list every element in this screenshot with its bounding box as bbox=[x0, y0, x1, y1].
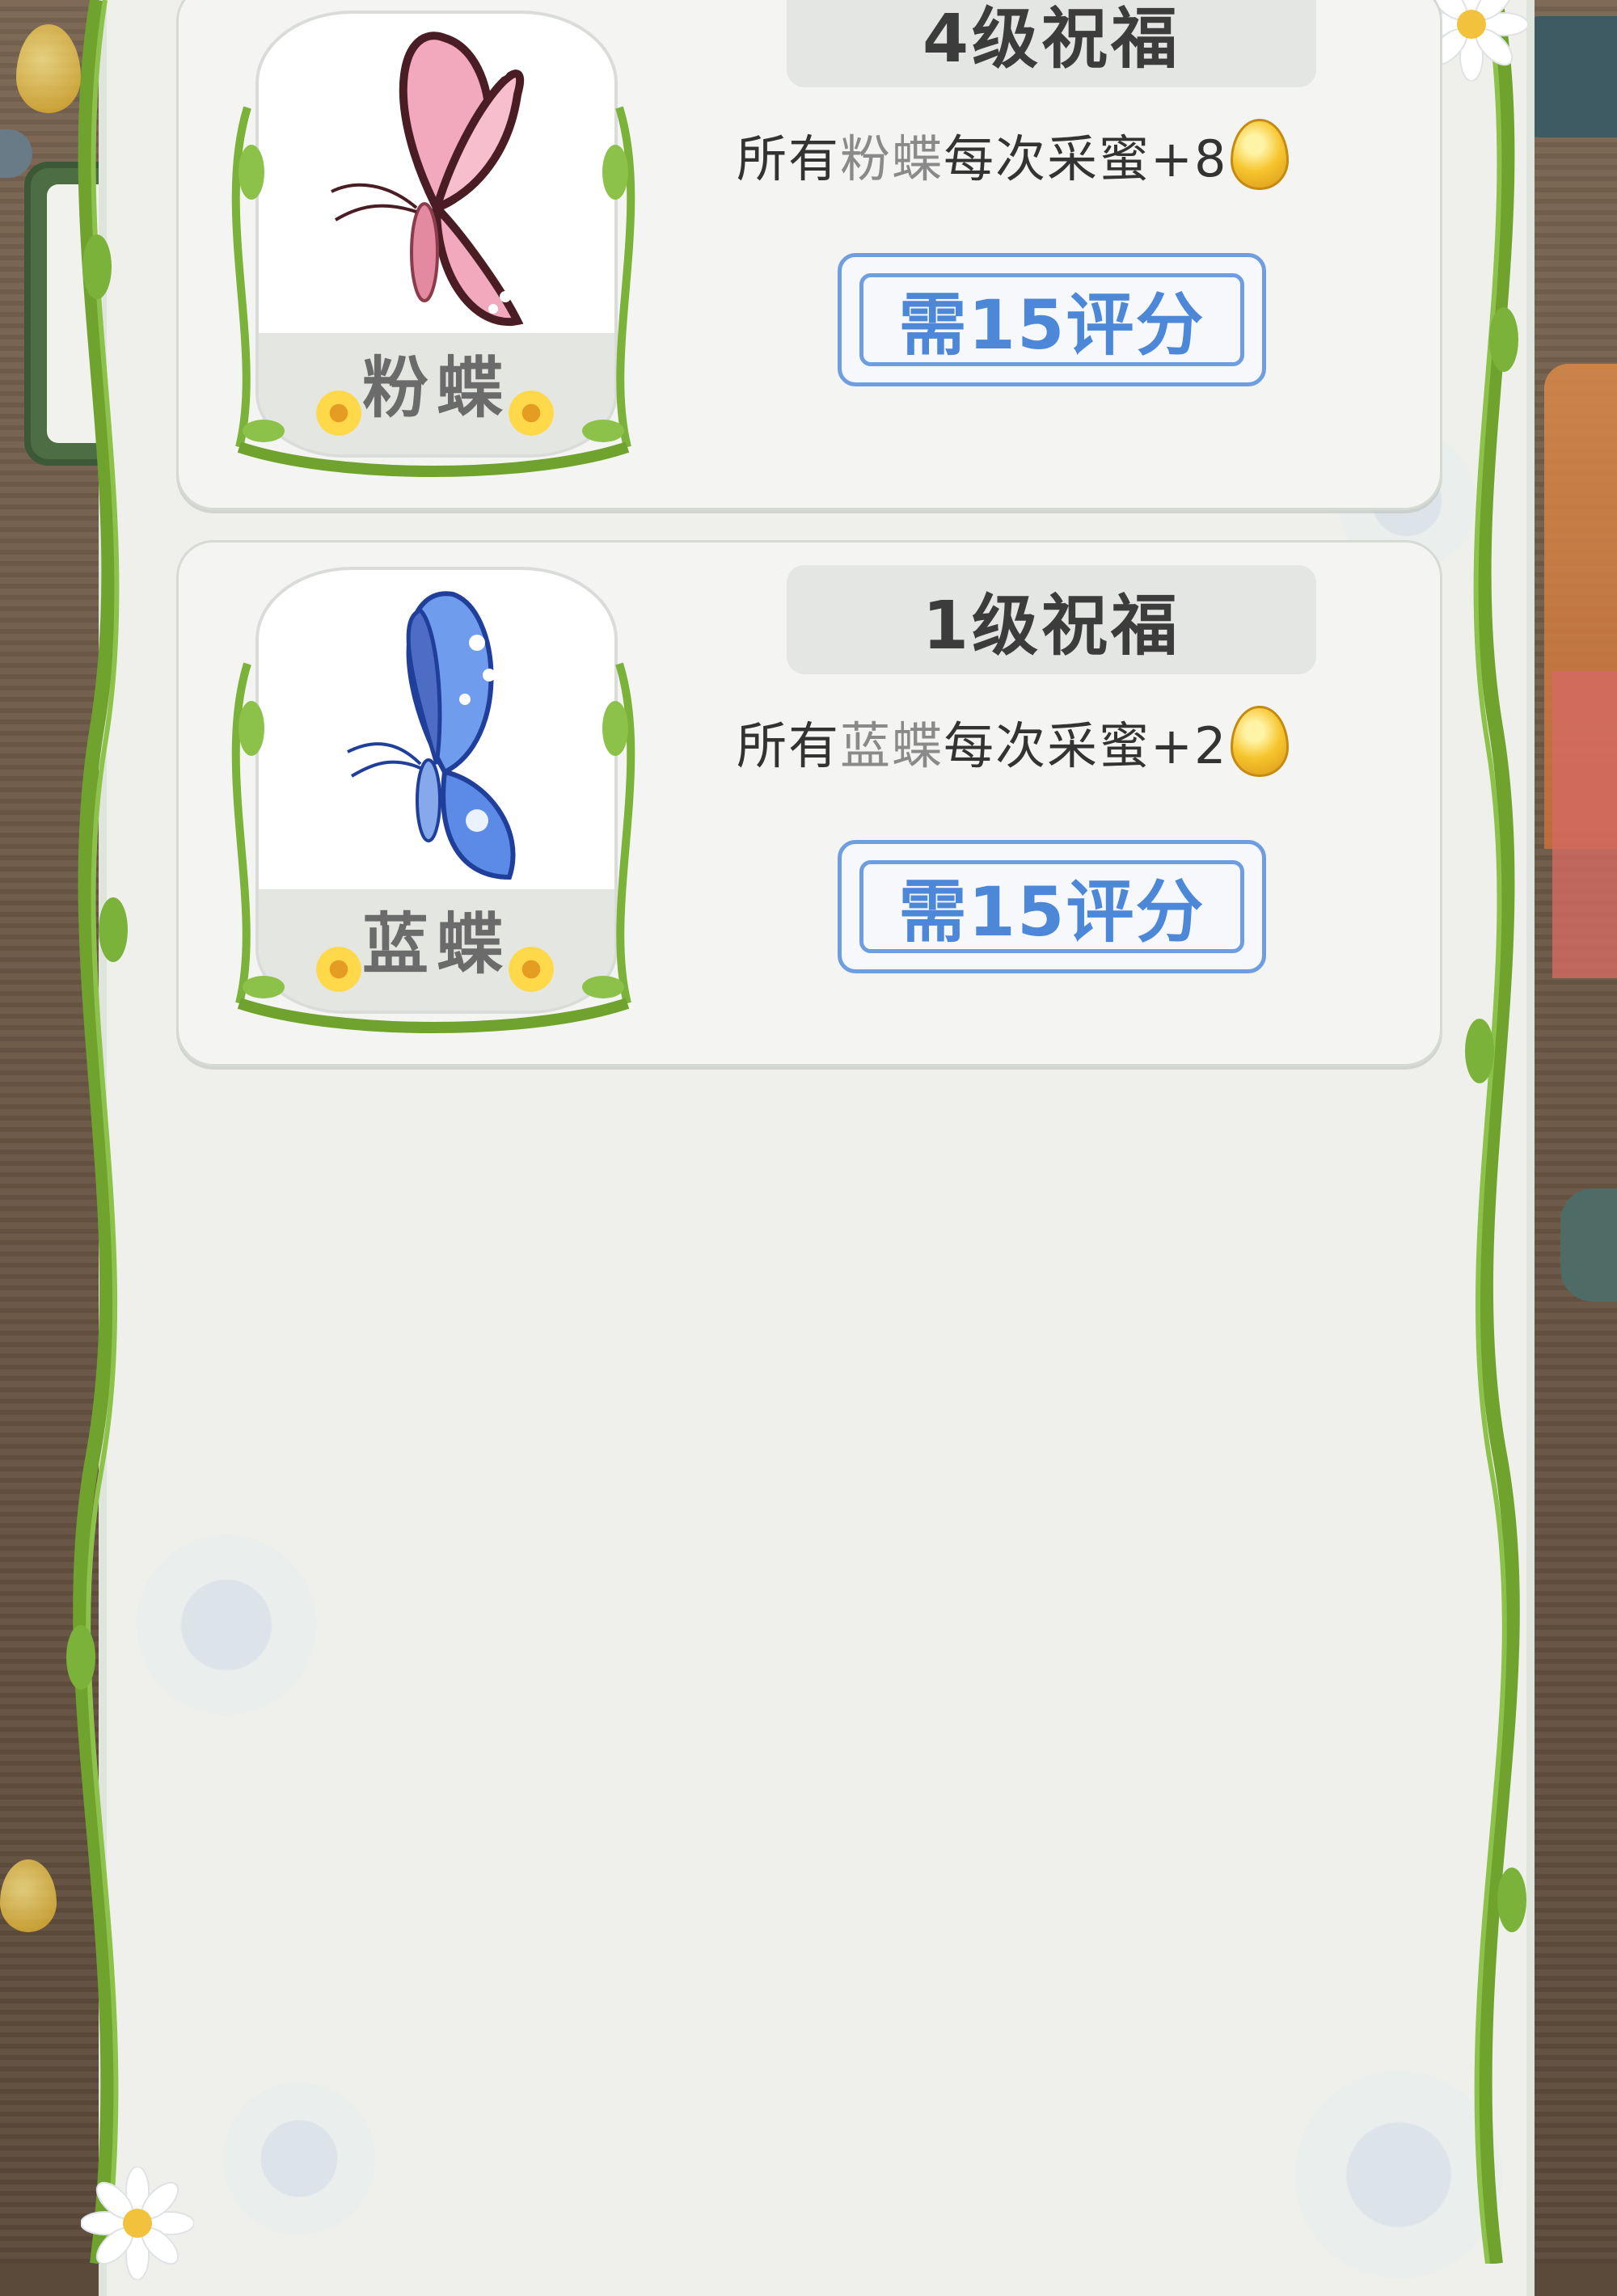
blessing-level-title: 1级祝福 bbox=[787, 565, 1316, 674]
blessing-level-title: 4级祝福 bbox=[787, 0, 1316, 87]
desc-butterfly-name: 蓝蝶 bbox=[840, 716, 944, 775]
desc-prefix: 所有 bbox=[737, 129, 841, 188]
vine-border bbox=[66, 0, 128, 2264]
yellow-flower-icon bbox=[509, 947, 554, 992]
butterfly-portrait: 粉蝶 bbox=[215, 11, 652, 487]
desc-suffix: 每次采蜜+2 bbox=[944, 716, 1228, 775]
white-daisy-icon bbox=[81, 2167, 194, 2280]
blessing-card-pink: 粉蝶 4级祝福 所有 粉蝶 每次采蜜+8 需15评分 bbox=[176, 0, 1442, 510]
honey-drop-icon bbox=[1231, 119, 1290, 190]
vine-frame-decoration bbox=[231, 106, 635, 477]
desc-prefix: 所有 bbox=[737, 716, 841, 775]
vine-frame-decoration bbox=[231, 662, 635, 1033]
daisy-decoration bbox=[121, 1520, 331, 1730]
background-plate bbox=[1560, 1188, 1617, 1302]
desc-suffix: 每次采蜜+8 bbox=[944, 129, 1228, 188]
honey-drop-icon bbox=[1231, 706, 1290, 777]
background-cloth bbox=[1552, 671, 1617, 978]
requirement-label: 需15评分 bbox=[859, 273, 1244, 366]
yellow-flower-icon bbox=[316, 390, 361, 436]
blessing-card-blue: 蓝蝶 1级祝福 所有 蓝蝶 每次采蜜+2 需15评分 bbox=[176, 540, 1442, 1066]
yellow-flower-icon bbox=[316, 947, 361, 992]
blessing-description: 所有 蓝蝶 每次采蜜+2 bbox=[737, 701, 1408, 782]
yellow-flower-icon bbox=[509, 390, 554, 436]
vine-border bbox=[1465, 0, 1526, 2264]
desc-butterfly-name: 粉蝶 bbox=[840, 129, 944, 188]
daisy-decoration bbox=[210, 2070, 388, 2247]
requirement-button[interactable]: 需15评分 bbox=[838, 840, 1266, 973]
butterfly-portrait: 蓝蝶 bbox=[215, 567, 652, 1044]
requirement-label: 需15评分 bbox=[859, 860, 1244, 953]
requirement-button[interactable]: 需15评分 bbox=[838, 253, 1266, 386]
blessing-description: 所有 粉蝶 每次采蜜+8 bbox=[737, 114, 1408, 195]
